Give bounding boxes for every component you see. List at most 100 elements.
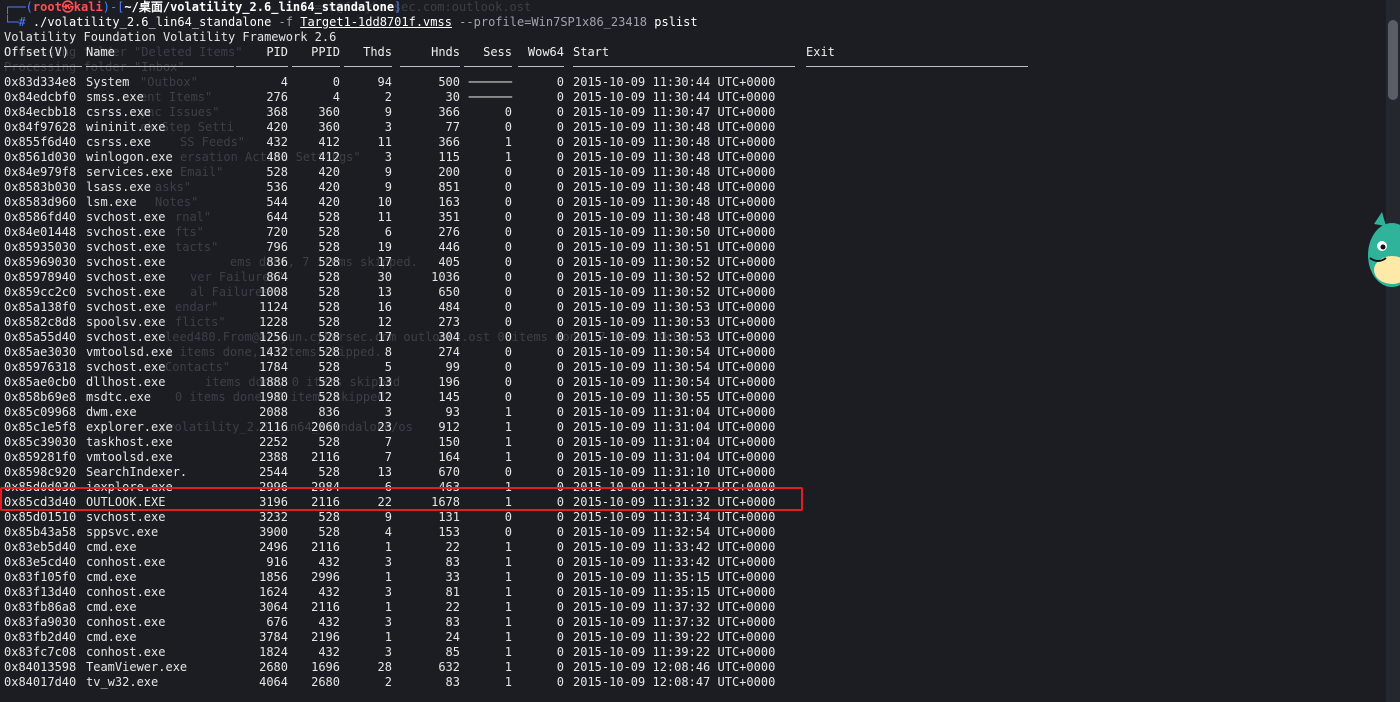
cell-start: 2015-10-09 11:33:42 UTC+0000 [573, 540, 776, 554]
cell-hnds: 131 [438, 510, 460, 524]
command-file-link[interactable]: Target1-1dd8701f.vmss [300, 15, 452, 29]
cell-hnds: 366 [438, 105, 460, 119]
cell-wow64: 0 [556, 420, 564, 434]
cell-ppid: 528 [318, 465, 340, 479]
cell-start: 2015-10-09 11:31:04 UTC+0000 [573, 435, 776, 449]
cell-offset: 0x84edcbf0 [4, 90, 77, 104]
table-row: 0x83fb2d40 cmd.exe 3784 2196 1 24 1 0 2015-10-09… [0, 630, 1030, 645]
cell-ppid: 528 [318, 525, 340, 539]
cell-name: conhost.exe [86, 615, 166, 629]
header-underline [344, 66, 392, 67]
cell-wow64: 0 [556, 360, 564, 374]
cell-wow64: 0 [556, 240, 564, 254]
cell-thds: 13 [377, 375, 392, 389]
prompt-box-left: ┌──( [4, 0, 33, 14]
cell-wow64: 0 [556, 270, 564, 284]
table-row: 0x85976318 svchost.exe 1784 528 5 99 0 0 2015-10… [0, 360, 1030, 375]
table-header: Offset(V) Name PID PPID Thds Hnds Sess Wow64 Sta… [0, 45, 1030, 60]
cell-start: 2015-10-09 11:30:55 UTC+0000 [573, 390, 776, 404]
column-header-ppid: PPID [311, 45, 340, 59]
cell-start: 2015-10-09 12:08:47 UTC+0000 [573, 675, 776, 689]
cell-hnds: 163 [438, 195, 460, 209]
cell-hnds: 153 [438, 525, 460, 539]
cell-thds: 19 [377, 240, 392, 254]
cell-name: wininit.exe [86, 120, 166, 134]
vertical-scrollbar[interactable] [1386, 0, 1400, 702]
cell-thds: 23 [377, 420, 392, 434]
cell-sess: 0 [504, 375, 512, 389]
cell-start: 2015-10-09 11:31:10 UTC+0000 [573, 465, 776, 479]
cell-pid: 432 [266, 135, 288, 149]
table-row: 0x8598c920 SearchIndexer. 2544 528 13 670 0 0 20… [0, 465, 1030, 480]
cell-pid: 2252 [259, 435, 288, 449]
table-row: 0x84013598 TeamViewer.exe 2680 1696 28 632 1 0 2… [0, 660, 1030, 675]
prompt-separator: )-[ [102, 0, 125, 14]
cell-wow64: 0 [556, 225, 564, 239]
cell-offset: 0x83d334e8 [4, 75, 77, 89]
cell-start: 2015-10-09 11:30:50 UTC+0000 [573, 225, 776, 239]
cell-name: SearchIndexer. [86, 465, 188, 479]
cell-sess: 1 [504, 585, 512, 599]
cell-start: 2015-10-09 11:30:47 UTC+0000 [573, 105, 776, 119]
cell-thds: 1 [384, 600, 392, 614]
scrollbar-thumb[interactable] [1388, 20, 1398, 100]
cell-pid: 1124 [259, 300, 288, 314]
cell-start: 2015-10-09 12:08:46 UTC+0000 [573, 660, 776, 674]
table-row: 0x83fa9030 conhost.exe 676 432 3 83 1 0 2015-10-… [0, 615, 1030, 630]
cell-hnds: 22 [445, 600, 460, 614]
cell-pid: 2544 [259, 465, 288, 479]
cell-name: csrss.exe [86, 105, 152, 119]
cell-name: csrss.exe [86, 135, 152, 149]
cell-ppid: 2116 [311, 600, 340, 614]
cell-pid: 1824 [259, 645, 288, 659]
cell-pid: 676 [266, 615, 288, 629]
cell-thds: 9 [384, 510, 392, 524]
header-underline [236, 66, 288, 67]
cell-hnds: 351 [438, 210, 460, 224]
cell-name: smss.exe [86, 90, 144, 104]
cell-ppid: 528 [318, 330, 340, 344]
cell-ppid: 528 [318, 375, 340, 389]
cell-hnds: 83 [445, 615, 460, 629]
cell-wow64: 0 [556, 540, 564, 554]
header-underline [292, 66, 340, 67]
cell-hnds: 632 [438, 660, 460, 674]
cell-ppid: 4 [332, 90, 340, 104]
cell-hnds: 164 [438, 450, 460, 464]
cell-start: 2015-10-09 11:30:54 UTC+0000 [573, 360, 776, 374]
cell-offset: 0x83fc7c08 [4, 645, 77, 659]
cell-ppid: 528 [318, 225, 340, 239]
cell-sess: 1 [504, 420, 512, 434]
column-header-exit: Exit [806, 45, 835, 59]
cell-sess: 1 [504, 600, 512, 614]
cell-sess: 0 [504, 360, 512, 374]
cell-pid: 4 [280, 75, 288, 89]
cell-sess: 1 [504, 555, 512, 569]
prompt-hash: └─# [4, 15, 33, 29]
cell-name: svchost.exe [86, 255, 166, 269]
cell-hnds: 150 [438, 435, 460, 449]
cell-wow64: 0 [556, 555, 564, 569]
table-row: 0x85935030 svchost.exe 796 528 19 446 0 0 2015-1… [0, 240, 1030, 255]
cell-pid: 1432 [259, 345, 288, 359]
cell-pid: 480 [266, 150, 288, 164]
cell-ppid: 528 [318, 300, 340, 314]
table-row: 0x85b43a58 sppsvc.exe 3900 528 4 153 0 0 2015-10… [0, 525, 1030, 540]
terminal-window[interactable]: fo=rk@ffcybersec.com:outlook.ost Processi… [0, 0, 1386, 702]
cell-ppid: 432 [318, 615, 340, 629]
cell-ppid: 420 [318, 195, 340, 209]
table-row: 0x85d01510 svchost.exe 3232 528 9 131 0 0 2015-1… [0, 510, 1030, 525]
command-line[interactable]: └─# ./volatility_2.6_lin64_standalone -f… [4, 15, 698, 30]
cell-hnds: 30 [445, 90, 460, 104]
table-row: 0x8561d030 winlogon.exe 480 412 3 115 1 0 2015-1… [0, 150, 1030, 165]
cell-thds: 30 [377, 270, 392, 284]
cell-sess: 0 [504, 225, 512, 239]
cell-wow64: 0 [556, 375, 564, 389]
table-row: 0x84017d40 tv_w32.exe 4064 2680 2 83 1 0 2015-10… [0, 675, 1030, 690]
cell-name: System [86, 75, 130, 89]
cell-hnds: 1036 [431, 270, 460, 284]
cell-sess: 1 [504, 570, 512, 584]
cell-thds: 12 [377, 315, 392, 329]
cell-pid: 2496 [259, 540, 288, 554]
cell-sess: 0 [504, 165, 512, 179]
